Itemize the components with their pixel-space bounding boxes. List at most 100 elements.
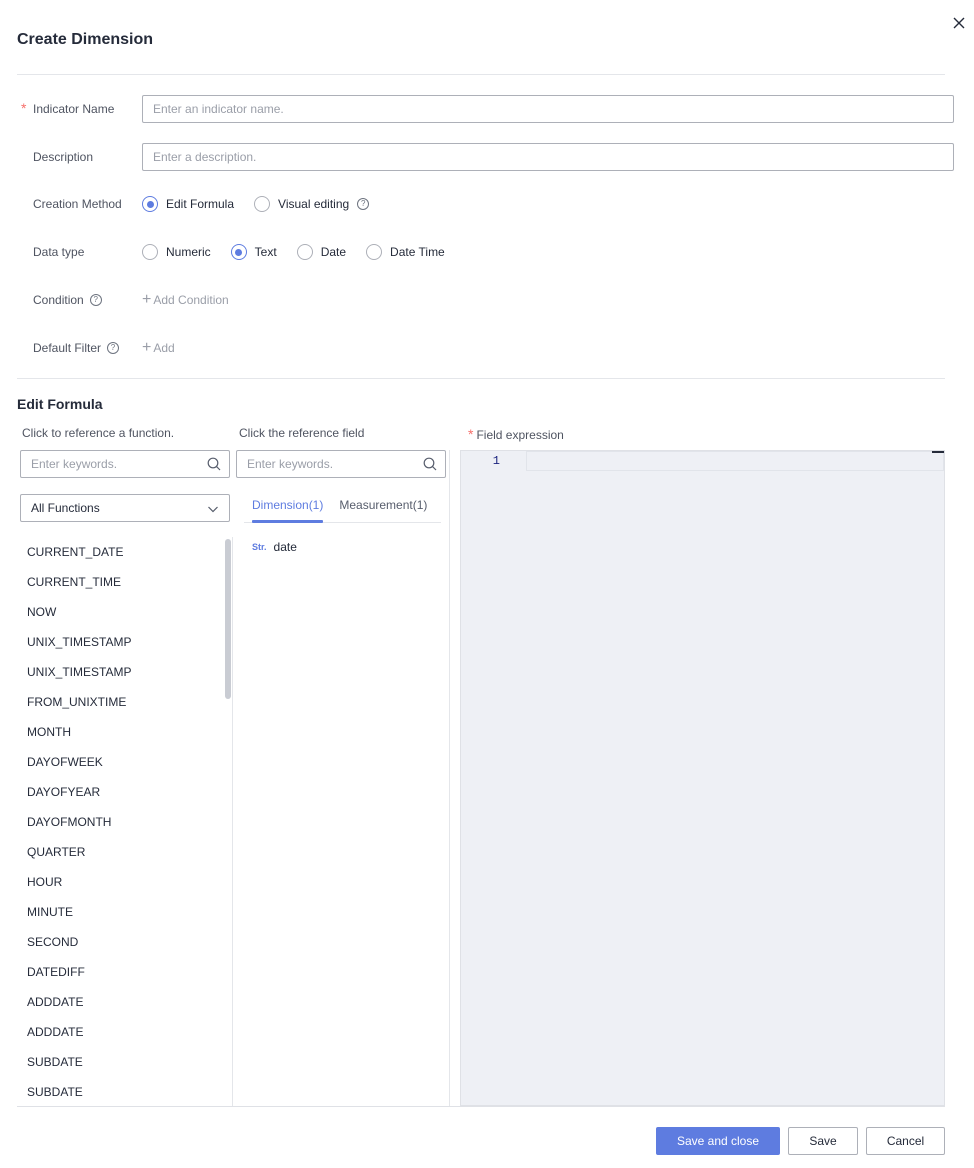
search-icon[interactable] [207,457,221,471]
function-list-item[interactable]: SUBDATE [17,1077,232,1107]
radio-edit-formula[interactable]: Edit Formula [142,196,234,212]
description-label-text: Description [33,150,94,164]
radio-date-label: Date [320,245,347,259]
default-filter-label: Default Filter ? [33,341,120,355]
condition-label: Condition ? [33,293,102,307]
save-button[interactable]: Save [788,1127,858,1155]
data-type-radio-group: Numeric Text Date Date Time [142,244,465,260]
field-name: date [273,540,297,554]
add-filter-label: Add [153,341,175,355]
creation-method-radio-group: Edit Formula Visual editing ? [142,196,389,212]
function-list-item[interactable]: DATEDIFF [17,957,232,987]
creation-method-label-text: Creation Method [33,197,122,211]
creation-method-row: Creation Method Edit Formula Visual edit… [17,190,957,218]
help-icon[interactable]: ? [357,198,370,210]
radio-visual-editing-label: Visual editing [278,197,350,211]
close-icon[interactable] [950,14,968,32]
function-list-item[interactable]: CURRENT_TIME [17,567,232,597]
function-list-item[interactable]: SECOND [17,927,232,957]
active-line[interactable] [526,451,944,471]
condition-label-text: Condition [33,293,84,307]
expression-header: * Field expression [468,426,564,442]
description-input[interactable] [142,143,954,171]
function-list-item[interactable]: DAYOFWEEK [17,747,232,777]
function-search-input[interactable] [21,457,229,471]
default-filter-label-text: Default Filter [33,341,102,355]
radio-edit-formula-label: Edit Formula [166,197,235,211]
description-row: Description [17,143,957,171]
creation-method-label: Creation Method [33,197,122,211]
function-list-item[interactable]: UNIX_TIMESTAMP [17,657,232,687]
plus-icon: + [142,291,152,308]
add-condition-button[interactable]: + Add Condition [142,291,229,308]
field-item-date[interactable]: Str. date [252,540,297,554]
default-filter-row: Default Filter ? + Add [17,334,957,362]
function-list-item[interactable]: DAYOFYEAR [17,777,232,807]
function-list-item[interactable]: SUBDATE [17,1047,232,1077]
tab-measurement[interactable]: Measurement(1) [331,490,435,522]
functions-header: Click to reference a function. [22,426,175,440]
header-divider [17,74,945,75]
field-search-input[interactable] [237,457,445,471]
function-list-item[interactable]: HOUR [17,867,232,897]
radio-date-circle[interactable] [296,244,313,260]
data-type-row: Data type Numeric Text Date Date Time [17,238,957,266]
create-dimension-dialog: Create Dimension * Indicator Name Descri… [0,0,974,1168]
radio-visual-editing-circle[interactable] [254,196,271,212]
function-search [20,450,230,478]
dialog-title: Create Dimension [17,31,154,48]
edit-formula-title: Edit Formula [17,396,103,412]
column-divider [449,450,450,1106]
function-list-item[interactable]: NOW [17,597,232,627]
add-condition-label: Add Condition [153,293,229,307]
radio-edit-formula-circle[interactable] [142,196,158,212]
radio-date[interactable]: Date [296,244,347,260]
search-icon[interactable] [423,457,437,471]
required-mark: * [21,100,27,116]
expression-header-text: Field expression [476,428,564,442]
required-mark: * [468,426,474,442]
function-category-value: All Functions [31,501,100,515]
radio-numeric-circle[interactable] [142,244,158,260]
radio-date-time-label: Date Time [390,245,445,259]
function-list-item[interactable]: ADDDATE [17,987,232,1017]
function-list-item[interactable]: MINUTE [17,897,232,927]
tab-dimension[interactable]: Dimension(1) [244,490,331,523]
expression-editor[interactable]: 1 [460,450,945,1106]
chevron-down-icon [208,506,218,513]
section-divider [17,378,945,379]
footer-divider [17,1106,945,1107]
function-category-select[interactable]: All Functions [20,494,230,522]
radio-numeric[interactable]: Numeric [142,244,211,260]
function-list-item[interactable]: FROM_UNIXTIME [17,687,232,717]
plus-icon: + [142,339,152,356]
radio-date-time-circle[interactable] [366,244,383,260]
radio-visual-editing[interactable]: Visual editing ? [254,196,370,212]
editor-scroll-marker [932,451,944,453]
fields-header: Click the reference field [239,426,365,440]
field-search [236,450,446,478]
line-number: 1 [492,454,500,468]
help-icon[interactable]: ? [107,342,120,354]
function-list-item[interactable]: UNIX_TIMESTAMP [17,627,232,657]
radio-text-label: Text [254,245,277,259]
function-list-item[interactable]: ADDDATE [17,1017,232,1047]
indicator-name-input[interactable] [142,95,954,123]
function-list: CURRENT_DATE CURRENT_TIME NOW UNIX_TIMESTAM… [17,537,232,1107]
help-icon[interactable]: ? [89,294,102,306]
function-list-item[interactable]: MONTH [17,717,232,747]
radio-text-circle[interactable] [230,244,247,260]
field-tabs: Dimension(1) Measurement(1) [244,490,441,523]
add-filter-button[interactable]: + Add [142,339,175,356]
save-and-close-button[interactable]: Save and close [656,1127,780,1155]
indicator-name-row: * Indicator Name [17,95,957,123]
function-list-item[interactable]: QUARTER [17,837,232,867]
description-label: Description [33,150,93,164]
data-type-label-text: Data type [33,245,85,259]
function-list-item[interactable]: CURRENT_DATE [17,537,232,567]
cancel-button[interactable]: Cancel [866,1127,945,1155]
radio-date-time[interactable]: Date Time [366,244,445,260]
function-list-scrollbar[interactable] [225,539,231,699]
radio-text[interactable]: Text [230,244,277,260]
function-list-item[interactable]: DAYOFMONTH [17,807,232,837]
